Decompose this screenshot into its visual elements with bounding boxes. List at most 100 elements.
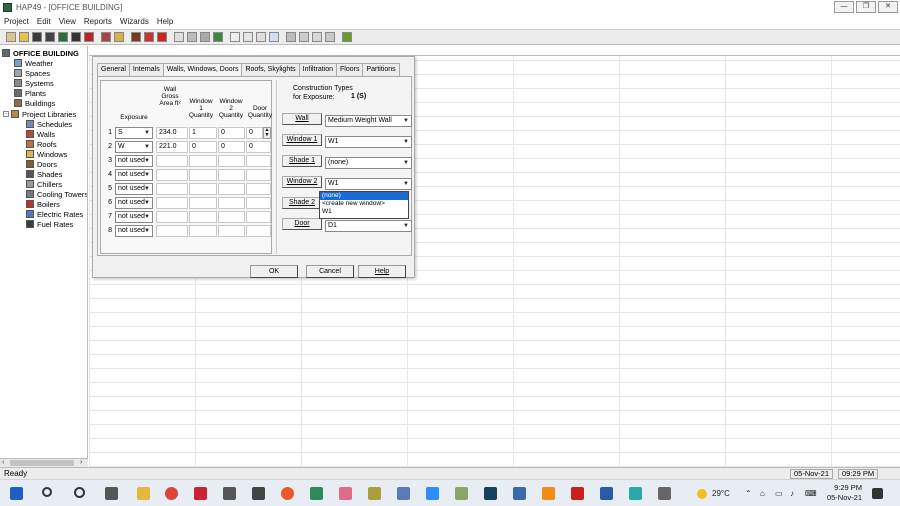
view-details-icon[interactable] [269, 32, 279, 42]
settings-app-icon[interactable] [513, 487, 526, 500]
menu-help[interactable]: Help [157, 17, 173, 26]
vlc-icon[interactable] [542, 487, 555, 500]
network-icon[interactable]: ⌂ [760, 489, 765, 498]
tree-item-weather[interactable]: Weather [14, 58, 53, 68]
wall-area-cell[interactable] [156, 183, 188, 195]
hap-icon[interactable] [310, 487, 323, 500]
tree-item-shades[interactable]: Shades [26, 169, 62, 179]
delete-icon[interactable] [144, 32, 154, 42]
app-icon-gray[interactable] [223, 487, 236, 500]
wall-select[interactable]: Medium Weight Wall ▼ [325, 115, 412, 127]
window1-qty-cell[interactable] [189, 183, 217, 195]
window2-qty-cell[interactable]: 0 [218, 141, 245, 153]
chevron-up-icon[interactable]: ⌃ [745, 489, 752, 498]
view-large-icons-icon[interactable] [230, 32, 240, 42]
window1-qty-cell[interactable] [189, 197, 217, 209]
save-as-icon[interactable] [45, 32, 55, 42]
print-icon[interactable] [71, 32, 81, 42]
scroll-thumb[interactable] [10, 460, 74, 466]
wall-area-cell[interactable] [156, 169, 188, 181]
minimize-button[interactable]: — [834, 1, 854, 13]
door-qty-cell[interactable] [246, 183, 271, 195]
tree-root[interactable]: OFFICE BUILDING [2, 48, 79, 58]
menu-wizards[interactable]: Wizards [120, 17, 149, 26]
network-app-icon[interactable] [252, 487, 265, 500]
dropdown-option-create-new-window[interactable]: <create new window> [320, 200, 408, 208]
properties-icon[interactable] [200, 32, 210, 42]
notifications-icon[interactable] [872, 488, 883, 499]
exposure-select[interactable]: not used ▼ [115, 211, 153, 223]
scroll-left-icon[interactable]: ‹ [2, 459, 4, 467]
acrobat-icon[interactable] [571, 487, 584, 500]
tab-infiltration[interactable]: Infiltration [298, 63, 338, 76]
cancel-button[interactable]: Cancel [306, 265, 354, 278]
door-qty-cell[interactable] [246, 225, 271, 237]
document-app-icon[interactable] [600, 487, 613, 500]
tree-horizontal-scrollbar[interactable]: ‹ › [0, 458, 88, 467]
chart-icon[interactable] [213, 32, 223, 42]
tree-item-chillers[interactable]: Chillers [26, 179, 62, 189]
file-explorer-icon[interactable] [137, 487, 150, 500]
door-select[interactable]: D1 ▼ [325, 220, 412, 232]
task-view-icon[interactable] [105, 487, 118, 500]
tree-item-fuel-rates[interactable]: Fuel Rates [26, 219, 73, 229]
paste-icon[interactable] [114, 32, 124, 42]
tree-item-boilers[interactable]: Boilers [26, 199, 60, 209]
tree-item-electric-rates[interactable]: Electric Rates [26, 209, 83, 219]
weather-icon[interactable] [697, 489, 707, 499]
windows-start-icon[interactable] [10, 487, 23, 500]
window1-button[interactable]: Window 1 [282, 134, 322, 146]
window2-button[interactable]: Window 2 [282, 176, 322, 188]
collapse-icon[interactable]: − [3, 111, 9, 117]
app-icon-red[interactable] [194, 487, 207, 500]
terminal-icon[interactable] [484, 487, 497, 500]
door-qty-cell[interactable] [246, 155, 271, 167]
tree-item-plants[interactable]: Plants [14, 88, 46, 98]
exposure-select[interactable]: W ▼ [115, 141, 153, 153]
chat-app-icon[interactable] [658, 487, 671, 500]
tab-roofs-skylights[interactable]: Roofs, Skylights [241, 63, 300, 76]
convert-icon[interactable] [84, 32, 94, 42]
tab-walls-windows-doors[interactable]: Walls, Windows, Doors [162, 63, 243, 77]
door-button[interactable]: Door [282, 218, 322, 230]
tree-item-windows[interactable]: Windows [26, 149, 67, 159]
archive-icon[interactable] [58, 32, 68, 42]
window2-qty-cell[interactable] [218, 155, 245, 167]
exposure-select[interactable]: not used ▼ [115, 155, 153, 167]
door-qty-spinner[interactable]: ▲ ▼ [263, 127, 271, 139]
tree-item-walls[interactable]: Walls [26, 129, 55, 139]
window2-qty-cell[interactable] [218, 211, 245, 223]
tree-item-doors[interactable]: Doors [26, 159, 57, 169]
bitcoin-icon[interactable] [281, 487, 294, 500]
tree-project-libraries[interactable]: − Project Libraries [3, 109, 76, 119]
options-icon[interactable] [325, 32, 335, 42]
exposure-select[interactable]: not used ▼ [115, 169, 153, 181]
tree-item-schedules[interactable]: Schedules [26, 119, 72, 129]
menu-view[interactable]: View [59, 17, 76, 26]
help-button[interactable]: Help [358, 265, 406, 278]
keyboard-icon[interactable]: ⌨ [805, 489, 817, 498]
chart-app-icon[interactable] [368, 487, 381, 500]
exposure-select[interactable]: S ▼ [115, 127, 153, 139]
check-icon[interactable] [312, 32, 322, 42]
door-qty-cell[interactable] [246, 169, 271, 181]
menu-project[interactable]: Project [4, 17, 29, 26]
exposure-select[interactable]: not used ▼ [115, 197, 153, 209]
window1-qty-cell[interactable]: 1 [189, 127, 217, 139]
tree-item-spaces[interactable]: Spaces [14, 68, 50, 78]
window2-select[interactable]: W1 ▼ [325, 178, 412, 190]
new-file-icon[interactable] [6, 32, 16, 42]
window1-qty-cell[interactable]: 0 [189, 141, 217, 153]
window1-qty-cell[interactable] [189, 225, 217, 237]
maximize-button[interactable]: ❐ [856, 1, 876, 13]
wall-area-cell[interactable]: 234.0 [156, 127, 188, 139]
window2-qty-cell[interactable] [218, 169, 245, 181]
tree-item-systems[interactable]: Systems [14, 78, 54, 88]
shade1-select[interactable]: (none) ▼ [325, 157, 412, 169]
wall-area-cell[interactable] [156, 225, 188, 237]
tree-item-roofs[interactable]: Roofs [26, 139, 57, 149]
window1-select[interactable]: W1 ▼ [325, 136, 412, 148]
calculator-icon[interactable] [187, 32, 197, 42]
calculator-app-icon[interactable] [397, 487, 410, 500]
filter-icon[interactable] [299, 32, 309, 42]
